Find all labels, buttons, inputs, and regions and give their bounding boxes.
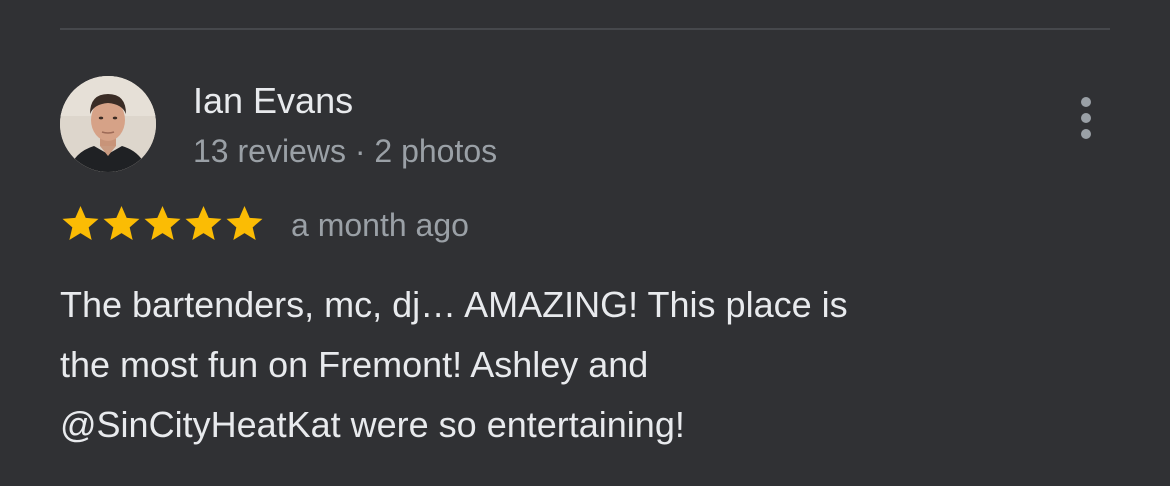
review-text-line: the most fun on Fremont! Ashley and bbox=[60, 344, 649, 385]
stars bbox=[60, 203, 265, 243]
review-text-line: The bartenders, mc, dj… AMAZING! This pl… bbox=[60, 284, 848, 325]
author-meta: 13 reviews · 2 photos bbox=[193, 133, 498, 169]
more-options-button[interactable] bbox=[1066, 92, 1106, 144]
star-icon bbox=[144, 206, 181, 240]
review-text-line: @SinCityHeatKat were so entertaining! bbox=[60, 404, 685, 445]
avatar[interactable] bbox=[60, 76, 156, 172]
star-icon bbox=[226, 206, 263, 240]
star-icon bbox=[103, 206, 140, 240]
review-text: The bartenders, mc, dj… AMAZING! This pl… bbox=[60, 275, 1060, 455]
review-card: Ian Evans 13 reviews · 2 photos a month … bbox=[0, 0, 1170, 486]
divider bbox=[60, 28, 1110, 30]
avatar-image bbox=[60, 76, 156, 172]
more-vert-icon bbox=[1081, 97, 1091, 139]
star-icon bbox=[185, 206, 222, 240]
author-name[interactable]: Ian Evans bbox=[193, 79, 353, 123]
review-date: a month ago bbox=[291, 207, 469, 243]
star-rating bbox=[60, 201, 265, 245]
star-icon bbox=[62, 206, 99, 240]
